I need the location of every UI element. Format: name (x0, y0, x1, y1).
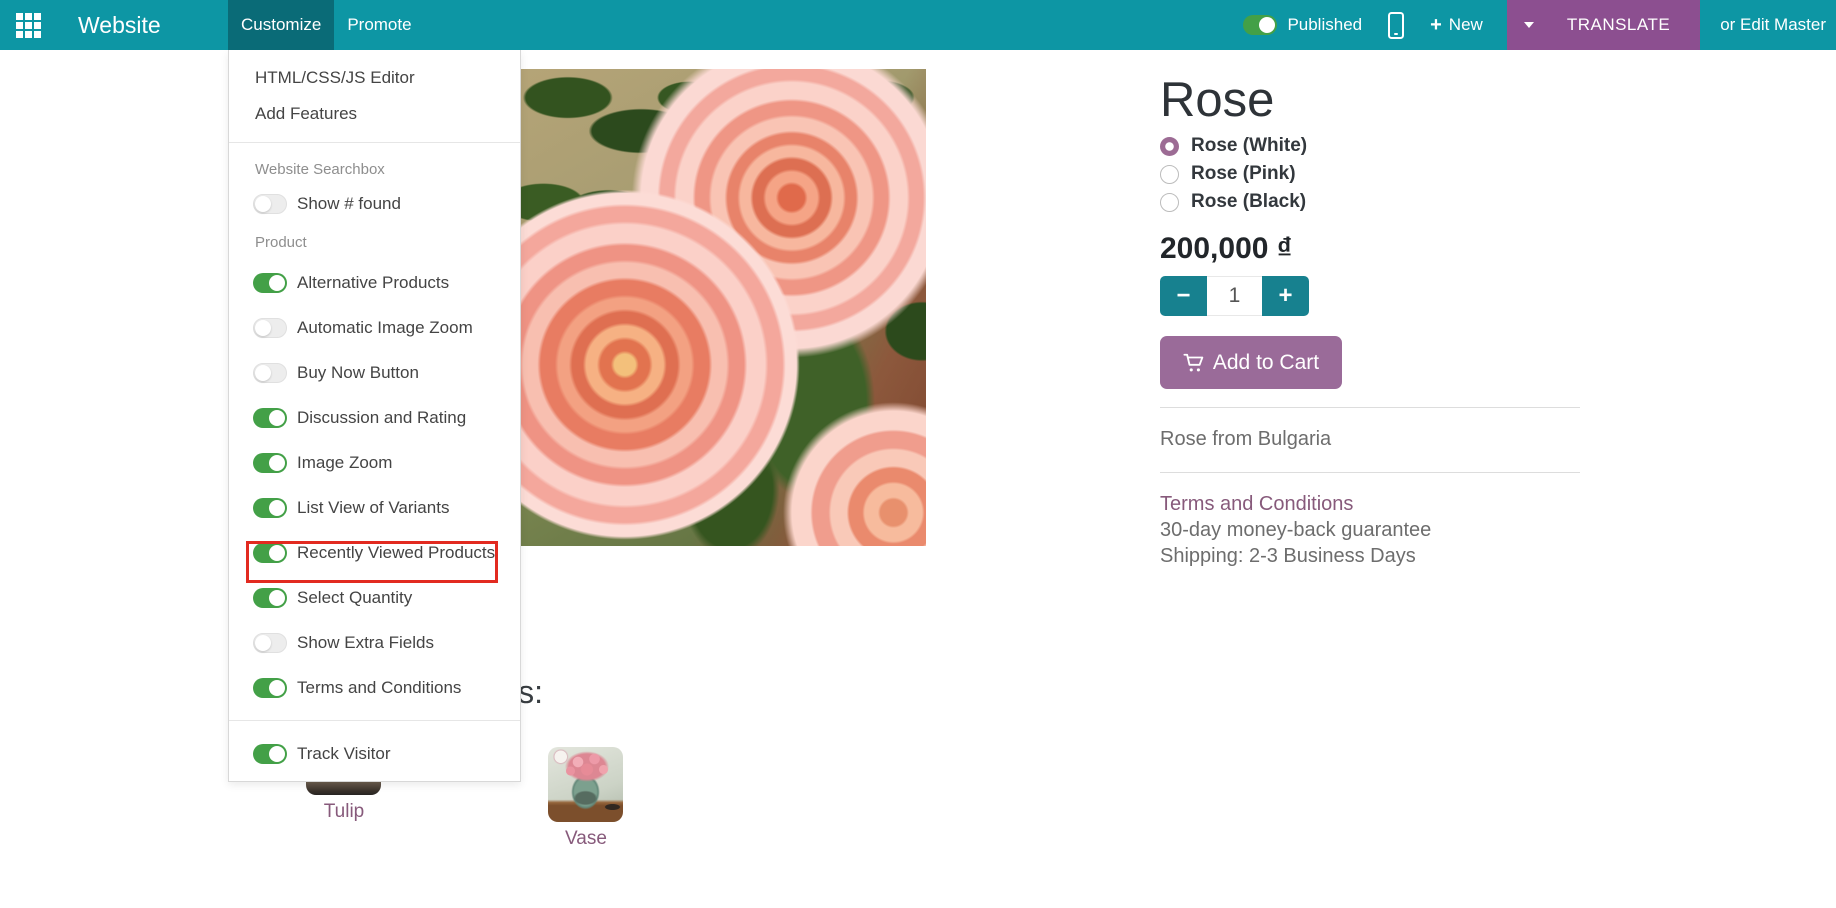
guarantee-text: 30-day money-back guarantee (1160, 517, 1580, 543)
variant-option-black[interactable]: Rose (Black) (1160, 188, 1580, 216)
menu-item-add-features[interactable]: Add Features (229, 96, 520, 132)
menu-item-html-editor[interactable]: HTML/CSS/JS Editor (229, 60, 520, 96)
toggle-show-found[interactable]: Show # found (229, 181, 520, 226)
variant-radio[interactable] (1160, 193, 1179, 212)
toggle-automatic-image-zoom[interactable]: Automatic Image Zoom (229, 305, 520, 350)
toggle-switch[interactable] (253, 633, 287, 653)
menu-divider (229, 720, 520, 721)
published-toggle[interactable] (1243, 15, 1277, 35)
translate-split-button: TRANSLATE (1507, 0, 1700, 50)
quantity-increase-button[interactable]: + (1262, 276, 1309, 316)
mobile-preview-icon[interactable] (1388, 12, 1404, 39)
variant-list: Rose (White) Rose (Pink) Rose (Black) (1160, 132, 1580, 216)
toggle-switch[interactable] (253, 453, 287, 473)
section-header-product: Product (229, 226, 520, 254)
apps-grid-icon (16, 13, 41, 38)
top-navbar: Website Customize Promote Published + Ne… (0, 0, 1836, 50)
new-button[interactable]: + New (1430, 15, 1483, 35)
terms-block: Terms and Conditions 30-day money-back g… (1160, 491, 1580, 569)
add-to-cart-label: Add to Cart (1213, 351, 1319, 375)
variant-option-pink[interactable]: Rose (Pink) (1160, 160, 1580, 188)
product-details: Rose Rose (White) Rose (Pink) Rose (Blac… (1160, 74, 1580, 569)
product-title: Rose (1160, 74, 1580, 126)
vase-label[interactable]: Vase (548, 828, 624, 850)
terms-and-conditions-link[interactable]: Terms and Conditions (1160, 493, 1353, 515)
toggle-label: Show Extra Fields (297, 633, 434, 653)
translate-dropdown-toggle[interactable] (1507, 0, 1551, 50)
toggle-label: Select Quantity (297, 588, 412, 608)
variant-radio[interactable] (1160, 137, 1179, 156)
toggle-switch[interactable] (253, 273, 287, 293)
customize-dropdown: HTML/CSS/JS Editor Add Features Website … (228, 50, 521, 782)
apps-menu-button[interactable] (0, 0, 56, 50)
toggle-discussion-and-rating[interactable]: Discussion and Rating (229, 395, 520, 440)
app-title[interactable]: Website (78, 0, 161, 50)
quantity-input[interactable] (1207, 276, 1262, 316)
published-label: Published (1287, 15, 1362, 35)
variant-label: Rose (Pink) (1191, 163, 1296, 185)
toggle-label: Automatic Image Zoom (297, 318, 473, 338)
toggle-switch[interactable] (253, 318, 287, 338)
variant-radio[interactable] (1160, 165, 1179, 184)
toggle-label: Buy Now Button (297, 363, 419, 383)
product-description: Rose from Bulgaria (1160, 426, 1580, 452)
edit-master-link[interactable]: or Edit Master (1720, 15, 1826, 35)
toggle-label: Recently Viewed Products (297, 543, 495, 563)
navbar-right: Published + New TRANSLATE or Edit Master (1243, 0, 1830, 50)
variant-label: Rose (Black) (1191, 191, 1306, 213)
toggle-label: Discussion and Rating (297, 408, 466, 428)
toggle-switch[interactable] (253, 588, 287, 608)
toggle-label: Image Zoom (297, 453, 392, 473)
toggle-switch[interactable] (253, 408, 287, 428)
divider (1160, 472, 1580, 473)
menu-promote[interactable]: Promote (334, 0, 424, 50)
quantity-stepper: − + (1160, 276, 1309, 316)
section-header-searchbox: Website Searchbox (229, 153, 520, 181)
plus-icon: + (1430, 15, 1442, 35)
tulip-label[interactable]: Tulip (306, 801, 382, 823)
variant-label: Rose (White) (1191, 135, 1307, 157)
toggle-recently-viewed-products[interactable]: Recently Viewed Products (229, 530, 520, 575)
menu-divider (229, 142, 520, 143)
toggle-label: Terms and Conditions (297, 678, 461, 698)
quantity-decrease-button[interactable]: − (1160, 276, 1207, 316)
new-button-label: New (1449, 15, 1483, 35)
translate-button[interactable]: TRANSLATE (1551, 0, 1700, 50)
toggle-buy-now-button[interactable]: Buy Now Button (229, 350, 520, 395)
toggle-label: Show # found (297, 194, 401, 214)
vase-thumbnail[interactable] (548, 747, 623, 822)
toggle-alternative-products[interactable]: Alternative Products (229, 260, 520, 305)
toggle-label: Alternative Products (297, 273, 449, 293)
toggle-switch[interactable] (253, 498, 287, 518)
menu-customize[interactable]: Customize (228, 0, 334, 50)
divider (1160, 407, 1580, 408)
shipping-text: Shipping: 2-3 Business Days (1160, 543, 1580, 569)
toggle-switch[interactable] (253, 194, 287, 214)
toggle-image-zoom[interactable]: Image Zoom (229, 440, 520, 485)
product-image (519, 69, 926, 546)
product-price: 200,000 ₫ (1160, 232, 1580, 266)
toggle-switch[interactable] (253, 678, 287, 698)
toggle-track-visitor[interactable]: Track Visitor (229, 731, 520, 776)
toggle-switch[interactable] (253, 744, 287, 764)
alternative-product-vase[interactable]: Vase (548, 747, 624, 850)
toggle-terms-and-conditions[interactable]: Terms and Conditions (229, 665, 520, 710)
toggle-show-extra-fields[interactable]: Show Extra Fields (229, 620, 520, 665)
cart-icon (1183, 352, 1205, 374)
add-to-cart-button[interactable]: Add to Cart (1160, 336, 1342, 389)
toggle-select-quantity[interactable]: Select Quantity (229, 575, 520, 620)
variant-option-white[interactable]: Rose (White) (1160, 132, 1580, 160)
toggle-list-view-of-variants[interactable]: List View of Variants (229, 485, 520, 530)
toggle-label: List View of Variants (297, 498, 449, 518)
toggle-switch[interactable] (253, 363, 287, 383)
caret-down-icon (1524, 22, 1534, 28)
toggle-switch[interactable] (253, 543, 287, 563)
navbar-menus: Customize Promote (228, 0, 425, 50)
toggle-label: Track Visitor (297, 744, 391, 764)
